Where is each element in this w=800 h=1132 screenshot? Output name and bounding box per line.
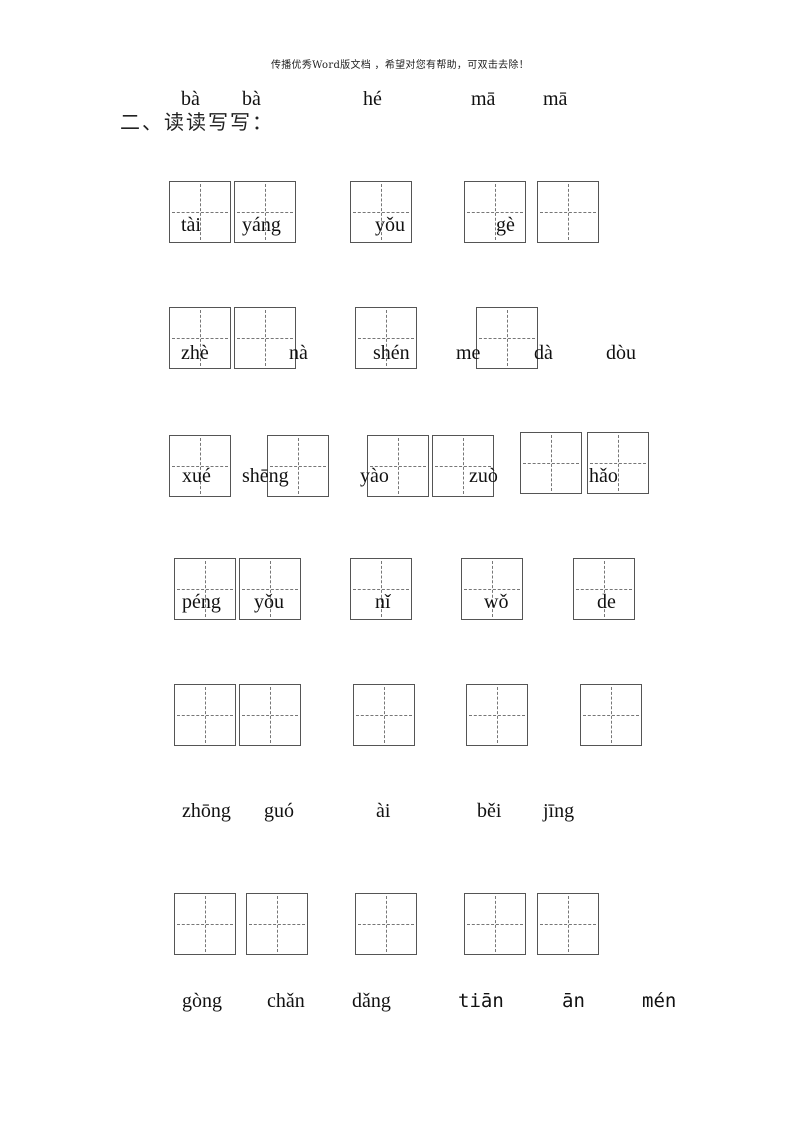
pinyin-label: běi (477, 800, 502, 822)
pinyin-label: mā (471, 88, 496, 110)
pinyin-label: ài (376, 800, 391, 822)
tianzige-box[interactable] (353, 684, 415, 746)
pinyin-label: xué (182, 465, 211, 487)
pinyin-label: de (597, 591, 616, 613)
tianzige-box[interactable] (476, 307, 538, 369)
pinyin-label: hé (363, 88, 382, 110)
pinyin-label: gòng (182, 990, 222, 1012)
tianzige-box[interactable] (537, 181, 599, 243)
pinyin-label: yǒu (375, 214, 405, 236)
pinyin-label: nǐ (375, 591, 391, 613)
pinyin-label: guó (264, 800, 294, 822)
tianzige-box[interactable] (580, 684, 642, 746)
pinyin-label: nà (289, 342, 308, 364)
pinyin-label: zhōng (182, 800, 231, 822)
pinyin-label: zuò (469, 465, 498, 487)
pinyin-label: me (456, 342, 481, 364)
pinyin-label: hǎo (589, 465, 618, 487)
tianzige-box[interactable] (464, 893, 526, 955)
pinyin-label: jīng (543, 800, 575, 822)
tianzige-box[interactable] (464, 181, 526, 243)
pinyin-label: bà (181, 88, 200, 110)
pinyin-label: yáng (242, 214, 281, 236)
pinyin-label: shēng (242, 465, 289, 487)
pinyin-label: zhè (181, 342, 209, 364)
pinyin-label: mā (543, 88, 568, 110)
pinyin-label: shén (373, 342, 410, 364)
pinyin-label: bà (242, 88, 261, 110)
pinyin-label: mén (642, 990, 677, 1012)
pinyin-label: tiān (458, 990, 504, 1012)
pinyin-label: wǒ (484, 591, 509, 613)
pinyin-label: péng (182, 591, 221, 613)
header-note: 传播优秀Word版文档 ，希望对您有帮助，可双击去除！ (270, 60, 530, 71)
tianzige-box[interactable] (466, 684, 528, 746)
pinyin-label: dǎng (352, 990, 391, 1012)
pinyin-label: dòu (606, 342, 636, 364)
pinyin-label: ān (562, 990, 585, 1012)
pinyin-label: chǎn (267, 990, 305, 1012)
tianzige-box[interactable] (355, 893, 417, 955)
pinyin-label: yǒu (254, 591, 284, 613)
pinyin-label: yào (360, 465, 389, 487)
tianzige-box[interactable] (174, 684, 236, 746)
pinyin-label: dà (534, 342, 553, 364)
pinyin-label: tài (181, 214, 201, 236)
tianzige-box[interactable] (174, 893, 236, 955)
tianzige-box[interactable] (239, 684, 301, 746)
tianzige-box[interactable] (246, 893, 308, 955)
tianzige-box[interactable] (537, 893, 599, 955)
pinyin-label: gè (496, 214, 515, 236)
tianzige-box[interactable] (520, 432, 582, 494)
tianzige-box[interactable] (234, 307, 296, 369)
